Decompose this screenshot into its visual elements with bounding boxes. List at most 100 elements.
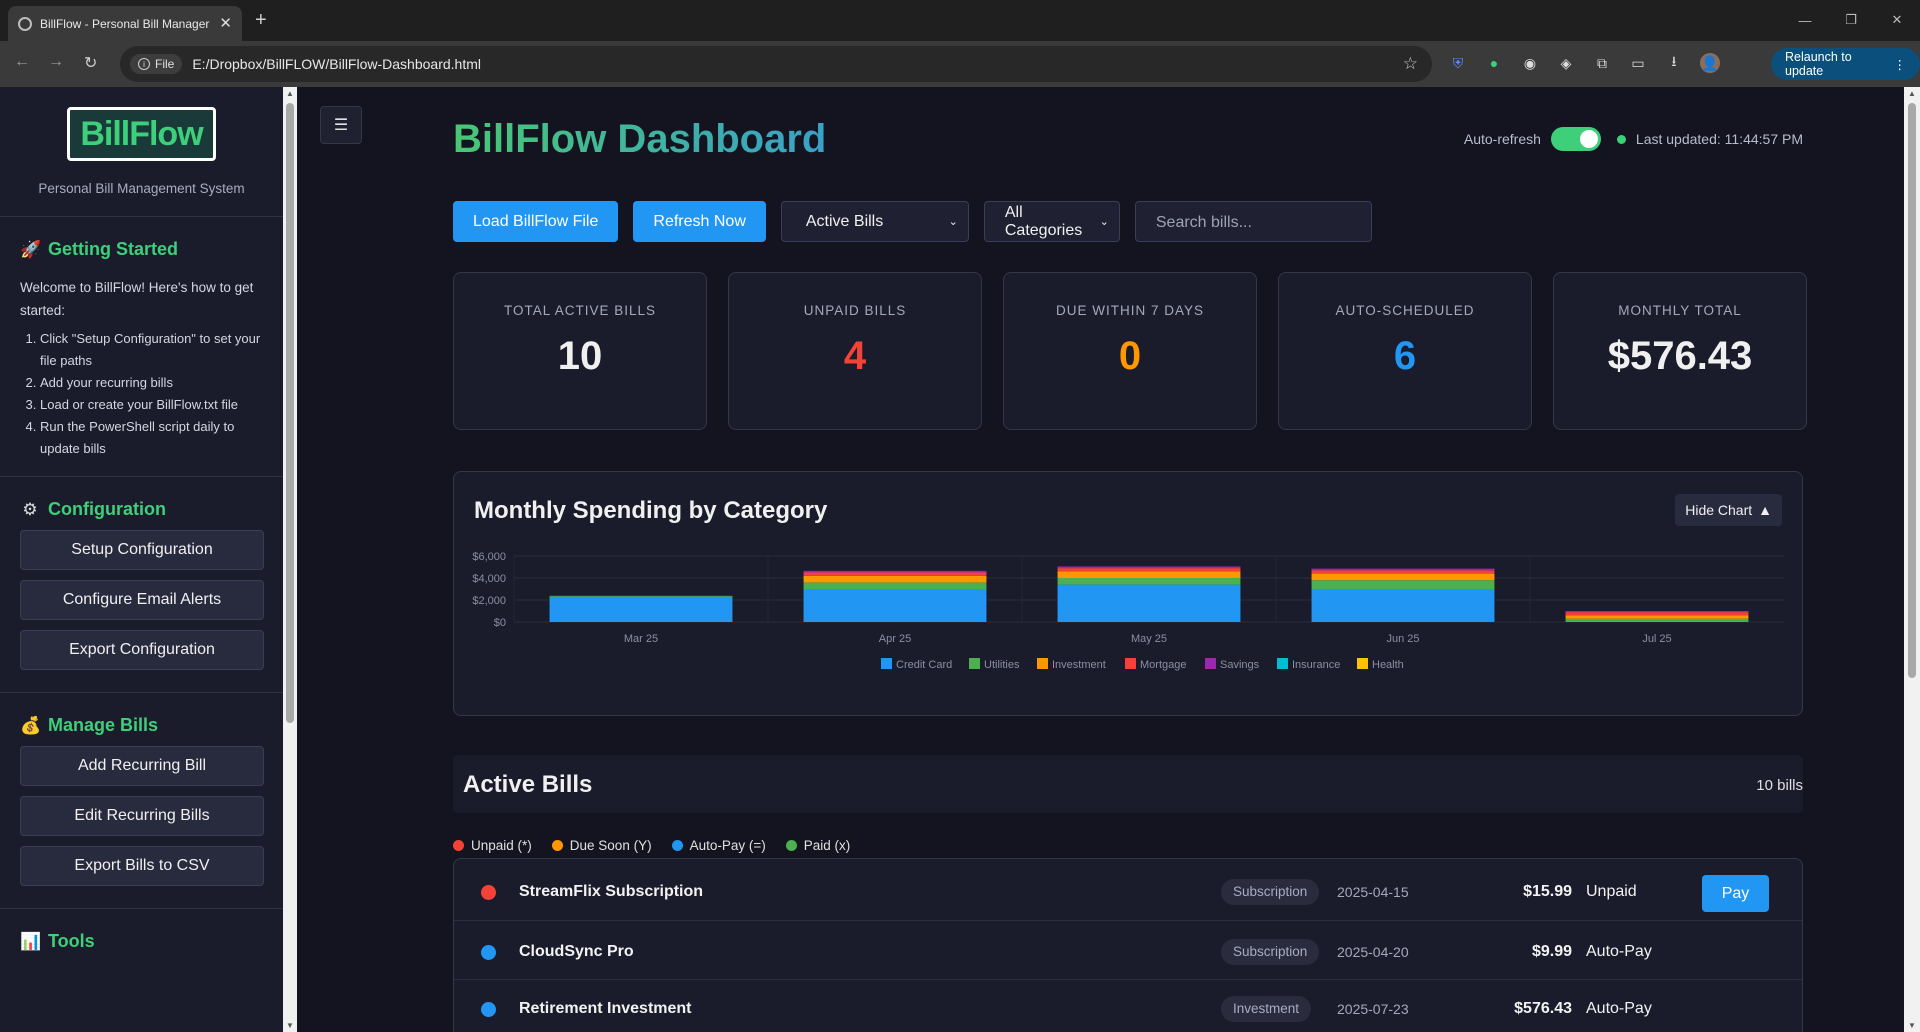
legend-label: Investment bbox=[1052, 659, 1106, 671]
setup-configuration-button[interactable]: Setup Configuration bbox=[20, 530, 264, 570]
address-bar[interactable]: i File E:/Dropbox/BillFLOW/BillFlow-Dash… bbox=[120, 46, 1432, 82]
bar-segment-utilities bbox=[1057, 578, 1241, 585]
hide-chart-label: Hide Chart bbox=[1685, 502, 1753, 518]
bar-segment-credit-card bbox=[1057, 584, 1241, 622]
sidebar-scrollbar[interactable]: ▲ ▼ bbox=[283, 87, 297, 1032]
grammar-extension-icon[interactable]: ● bbox=[1484, 53, 1504, 73]
scrollbar-thumb[interactable] bbox=[286, 103, 294, 723]
add-recurring-bill-button[interactable]: Add Recurring Bill bbox=[20, 746, 264, 786]
red-dot-icon bbox=[453, 840, 464, 851]
reload-icon[interactable]: ↻ bbox=[84, 53, 97, 73]
legend-label: Utilities bbox=[984, 659, 1020, 671]
bill-row[interactable]: StreamFlix Subscription Subscription 202… bbox=[454, 859, 1802, 921]
stat-card-unpaid: Unpaid Bills 4 bbox=[728, 272, 982, 430]
tools-title: Tools bbox=[48, 931, 95, 951]
legend-label: Credit Card bbox=[896, 659, 952, 671]
site-info-chip[interactable]: i File bbox=[130, 54, 183, 74]
y-tick-label: $4,000 bbox=[472, 573, 506, 585]
bar-segment-mortgage bbox=[1057, 568, 1241, 572]
stat-label: Total Active Bills bbox=[503, 303, 657, 318]
bill-amount: $15.99 bbox=[1523, 883, 1572, 900]
page-scrollbar[interactable]: ▲ ▼ bbox=[1904, 87, 1920, 1032]
url-text[interactable]: E:/Dropbox/BillFLOW/BillFlow-Dashboard.h… bbox=[192, 56, 481, 72]
spending-chart: $0 $2,000 $4,000 $6,000 Mar 25 Apr 25 May 25 Ju… bbox=[472, 551, 1784, 671]
profile-avatar[interactable]: 👤 bbox=[1700, 53, 1720, 73]
export-configuration-button[interactable]: Export Configuration bbox=[20, 630, 264, 670]
hamburger-menu-button[interactable]: ☰ bbox=[320, 106, 362, 144]
export-bills-csv-button[interactable]: Export Bills to CSV bbox=[20, 846, 264, 886]
legend-auto-pay: Auto-Pay (=) bbox=[671, 838, 766, 853]
browser-tab[interactable]: BillFlow - Personal Bill Manager ✕ bbox=[8, 6, 242, 41]
step-item: Run the PowerShell script daily to updat… bbox=[40, 416, 263, 460]
bar-segment-investment bbox=[803, 575, 987, 583]
bar-segment-utilities bbox=[1311, 580, 1495, 589]
file-chip-label: File bbox=[155, 57, 175, 71]
bill-filter-select[interactable]: Active Bills ⌄ bbox=[780, 201, 969, 242]
back-icon[interactable]: ← bbox=[14, 53, 30, 71]
restore-icon[interactable]: ❐ bbox=[1828, 0, 1874, 40]
search-input[interactable]: Search bills... bbox=[1134, 201, 1372, 242]
refresh-now-button[interactable]: Refresh Now bbox=[633, 201, 766, 242]
stat-value: 0 bbox=[1118, 334, 1142, 378]
relaunch-button[interactable]: Relaunch to update ⋮ bbox=[1771, 48, 1920, 80]
download-icon[interactable]: ⭳ bbox=[1664, 53, 1684, 73]
bar-segment-credit-card bbox=[1311, 589, 1495, 622]
orange-dot-icon bbox=[551, 840, 563, 851]
auto-refresh-label: Auto-refresh bbox=[1463, 131, 1541, 147]
legend-label: Due Soon (Y) bbox=[569, 838, 652, 853]
bar-segment-credit-card bbox=[803, 589, 987, 622]
puzzle-extension-icon[interactable]: ⧉ bbox=[1592, 53, 1612, 73]
scroll-down-icon[interactable]: ▼ bbox=[1908, 1021, 1916, 1030]
circle-extension-icon[interactable]: ◉ bbox=[1520, 53, 1540, 73]
legend-label: Mortgage bbox=[1140, 659, 1186, 671]
legend-label: Auto-Pay (=) bbox=[689, 838, 766, 853]
tab-title: BillFlow - Personal Bill Manager bbox=[39, 16, 210, 31]
configuration-section: ⚙ Configuration Setup Configuration Conf… bbox=[0, 477, 283, 692]
mask-extension-icon[interactable]: ◈ bbox=[1556, 53, 1576, 73]
bar-segment-savings bbox=[1057, 566, 1241, 569]
auto-refresh-bar: Auto-refresh Last updated: 11:44:57 PM bbox=[1464, 127, 1803, 151]
stat-label: Monthly Total bbox=[1618, 303, 1742, 318]
manage-bills-section: 💰 Manage Bills Add Recurring Bill Edit R… bbox=[0, 693, 283, 908]
forward-icon[interactable]: → bbox=[48, 53, 64, 71]
info-icon: i bbox=[138, 58, 150, 70]
legend-swatch bbox=[1277, 658, 1288, 669]
bar-segment-investment bbox=[1565, 615, 1749, 619]
shield-extension-icon[interactable]: ⛨ bbox=[1448, 53, 1468, 73]
status-dot-icon bbox=[481, 945, 496, 960]
getting-started-intro: Welcome to BillFlow! Here's how to get s… bbox=[20, 280, 254, 318]
scrollbar-thumb[interactable] bbox=[1908, 103, 1916, 678]
close-tab-icon[interactable]: ✕ bbox=[219, 16, 232, 31]
reading-list-icon[interactable]: ▭ bbox=[1628, 53, 1648, 73]
hide-chart-button[interactable]: Hide Chart ▲ bbox=[1675, 494, 1782, 526]
bill-due-date: 2025-04-20 bbox=[1337, 944, 1409, 960]
edit-recurring-bills-button[interactable]: Edit Recurring Bills bbox=[20, 796, 264, 836]
auto-refresh-toggle[interactable] bbox=[1550, 127, 1601, 151]
getting-started-section: 🚀 Getting Started Welcome to BillFlow! H… bbox=[0, 217, 283, 476]
triangle-up-icon: ▲ bbox=[1758, 502, 1772, 518]
bar-segment-mortgage bbox=[803, 572, 987, 576]
kebab-menu-icon[interactable]: ⋮ bbox=[1894, 57, 1907, 72]
rocket-icon: 🚀 bbox=[20, 239, 42, 259]
bill-row[interactable]: Retirement Investment Investment 2025-07… bbox=[454, 980, 1802, 1032]
bookmark-star-icon[interactable]: ☆ bbox=[1403, 54, 1418, 74]
new-tab-button[interactable]: + bbox=[255, 9, 267, 32]
stat-label: Due Within 7 Days bbox=[1055, 303, 1204, 318]
pay-button[interactable]: Pay bbox=[1702, 875, 1769, 912]
legend-label: Insurance bbox=[1292, 659, 1340, 671]
configure-email-alerts-button[interactable]: Configure Email Alerts bbox=[20, 580, 264, 620]
load-file-button[interactable]: Load BillFlow File bbox=[453, 201, 619, 242]
category-filter-select[interactable]: All Categories ⌄ bbox=[983, 201, 1120, 242]
hamburger-icon: ☰ bbox=[333, 117, 349, 134]
bill-row[interactable]: CloudSync Pro Subscription 2025-04-20 $9… bbox=[454, 921, 1802, 980]
stat-label: Unpaid Bills bbox=[803, 303, 907, 318]
minimize-icon[interactable]: — bbox=[1782, 0, 1828, 40]
scroll-up-icon[interactable]: ▲ bbox=[1908, 89, 1916, 98]
scroll-up-icon[interactable]: ▲ bbox=[286, 89, 294, 98]
x-tick-label: Jul 25 bbox=[1642, 633, 1671, 645]
bill-due-date: 2025-07-23 bbox=[1337, 1001, 1409, 1017]
legend-swatch bbox=[969, 658, 980, 669]
window-close-icon[interactable]: ✕ bbox=[1874, 0, 1920, 40]
stat-card-auto-scheduled: Auto-Scheduled 6 bbox=[1278, 272, 1532, 430]
scroll-down-icon[interactable]: ▼ bbox=[286, 1021, 294, 1030]
